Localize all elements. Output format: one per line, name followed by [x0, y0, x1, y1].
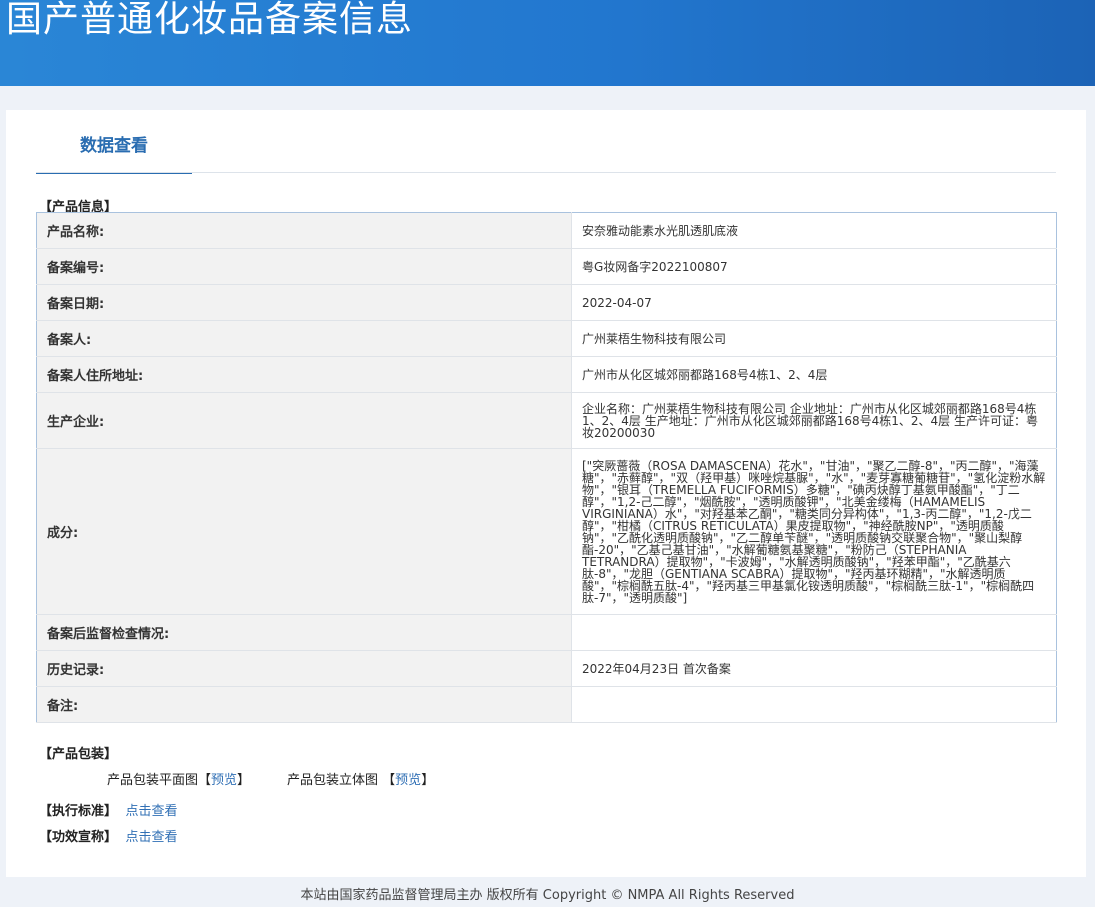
row-value: ["突厥蔷薇（ROSA DAMASCENA）花水"，"甘油"，"聚乙二醇-8"，…: [571, 448, 1057, 615]
table-row: 备注:: [36, 686, 1057, 723]
row-value: 粤G妆网备字2022100807: [571, 248, 1057, 285]
content-panel: 数据查看 【产品信息】 产品名称: 安奈雅动能素水光肌透肌底液 备案编号: 粤G…: [6, 110, 1086, 877]
packaging-flat-preview-link[interactable]: 预览: [211, 773, 237, 788]
table-row: 备案人住所地址: 广州市从化区城郊丽都路168号4栋1、2、4层: [36, 356, 1057, 393]
bracket-close: 】: [421, 773, 435, 788]
footer-copyright: 本站由国家药品监督管理局主办 版权所有 Copyright © NMPA All…: [300, 888, 795, 903]
table-row: 备案人: 广州莱梧生物科技有限公司: [36, 320, 1057, 357]
packaging-solid-preview-link[interactable]: 预览: [395, 773, 421, 788]
bracket-open: 【: [382, 773, 396, 788]
row-value: [571, 686, 1057, 723]
row-value: 2022年04月23日 首次备案: [571, 650, 1057, 687]
packaging-flat: 产品包装平面图【预览】: [107, 769, 250, 788]
row-key: 成分:: [36, 448, 572, 615]
table-row: 备案后监督检查情况:: [36, 614, 1057, 651]
table-row: 生产企业: 企业名称：广州莱梧生物科技有限公司 企业地址：广州市从化区城郊丽都路…: [36, 392, 1057, 449]
page-header: 国产普通化妆品备案信息: [0, 0, 1095, 86]
row-key: 历史记录:: [36, 650, 572, 687]
product-info-table: 产品名称: 安奈雅动能素水光肌透肌底液 备案编号: 粤G妆网备字20221008…: [36, 212, 1057, 723]
row-key: 备注:: [36, 686, 572, 723]
tab-divider: [36, 172, 1056, 173]
section-efficacy: 【功效宣称】 点击查看: [39, 826, 178, 845]
efficacy-view-link[interactable]: 点击查看: [126, 830, 178, 845]
section-efficacy-label: 【功效宣称】: [39, 830, 118, 845]
section-standard-label: 【执行标准】: [39, 804, 118, 819]
row-key: 备案人住所地址:: [36, 356, 572, 393]
tab-data-view[interactable]: 数据查看: [36, 134, 192, 174]
table-row: 历史记录: 2022年04月23日 首次备案: [36, 650, 1057, 687]
page-title: 国产普通化妆品备案信息: [6, 0, 414, 40]
row-value: [571, 614, 1057, 651]
table-row: 成分: ["突厥蔷薇（ROSA DAMASCENA）花水"，"甘油"，"聚乙二醇…: [36, 448, 1057, 615]
section-packaging: 【产品包装】: [39, 747, 118, 762]
packaging-solid-label: 产品包装立体图: [287, 773, 379, 788]
row-value: 企业名称：广州莱梧生物科技有限公司 企业地址：广州市从化区城郊丽都路168号4栋…: [571, 392, 1057, 449]
row-value: 安奈雅动能素水光肌透肌底液: [571, 212, 1057, 249]
row-key: 备案日期:: [36, 284, 572, 321]
section-standard: 【执行标准】 点击查看: [39, 800, 178, 819]
bracket-open: 【: [198, 773, 212, 788]
row-key: 备案后监督检查情况:: [36, 614, 572, 651]
row-key: 备案编号:: [36, 248, 572, 285]
row-value: 广州莱梧生物科技有限公司: [571, 320, 1057, 357]
packaging-solid: 产品包装立体图 【预览】: [287, 769, 434, 788]
row-key: 备案人:: [36, 320, 572, 357]
table-row: 产品名称: 安奈雅动能素水光肌透肌底液: [36, 212, 1057, 249]
row-key: 生产企业:: [36, 392, 572, 449]
standard-view-link[interactable]: 点击查看: [126, 804, 178, 819]
bracket-close: 】: [237, 773, 251, 788]
table-row: 备案日期: 2022-04-07: [36, 284, 1057, 321]
row-value: 广州市从化区城郊丽都路168号4栋1、2、4层: [571, 356, 1057, 393]
row-key: 产品名称:: [36, 212, 572, 249]
packaging-flat-label: 产品包装平面图: [107, 773, 199, 788]
row-value: 2022-04-07: [571, 284, 1057, 321]
table-row: 备案编号: 粤G妆网备字2022100807: [36, 248, 1057, 285]
